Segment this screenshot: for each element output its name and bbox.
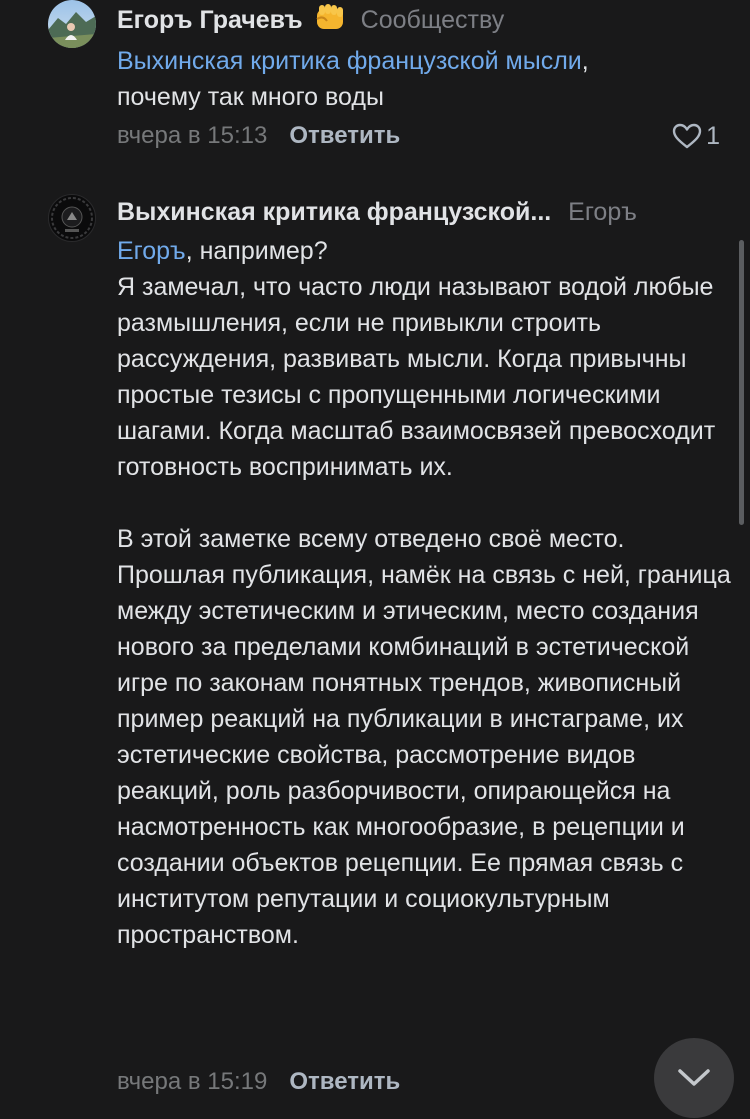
heart-outline-icon (672, 123, 702, 149)
author-name[interactable]: Егоръ Грачевъ (117, 6, 303, 34)
avatar-photo (48, 0, 96, 48)
mention-link[interactable]: Егоръ (117, 237, 186, 265)
comment-text: Выхинская критика французской мысли, поч… (117, 43, 732, 115)
avatar-logo (51, 197, 93, 239)
comment-header: Выхинская критика французской... Егоръ (117, 194, 637, 230)
comment-text: Егоръ, например? Я замечал, что часто лю… (117, 233, 732, 953)
comment-time: вчера в 15:19 (117, 1068, 268, 1095)
reply-to-label[interactable]: Сообществу (361, 6, 505, 34)
post-link[interactable]: Выхинская критика французской мысли (117, 47, 582, 75)
reply-button[interactable]: Ответить (289, 1068, 400, 1095)
comment-header: Егоръ Грачевъ Сообществу (117, 2, 504, 43)
avatar[interactable] (48, 194, 96, 242)
reply-button[interactable]: Ответить (289, 122, 400, 149)
fist-emoji-icon (313, 3, 347, 43)
comment-time: вчера в 15:13 (117, 122, 268, 149)
author-name[interactable]: Выхинская критика французской... (117, 198, 551, 226)
chevron-down-icon (678, 1069, 710, 1086)
scrollbar[interactable] (739, 240, 744, 525)
avatar[interactable] (48, 0, 96, 48)
comment-footer: вчера в 15:13 Ответить (117, 118, 400, 154)
comment-body: , например? Я замечал, что часто люди на… (117, 237, 731, 949)
like-button[interactable]: 1 (672, 118, 720, 154)
reply-to-label[interactable]: Егоръ (568, 198, 637, 226)
scroll-down-button[interactable] (654, 1038, 734, 1118)
comment-footer: вчера в 15:19 Ответить (117, 1064, 400, 1100)
like-count: 1 (706, 121, 720, 150)
